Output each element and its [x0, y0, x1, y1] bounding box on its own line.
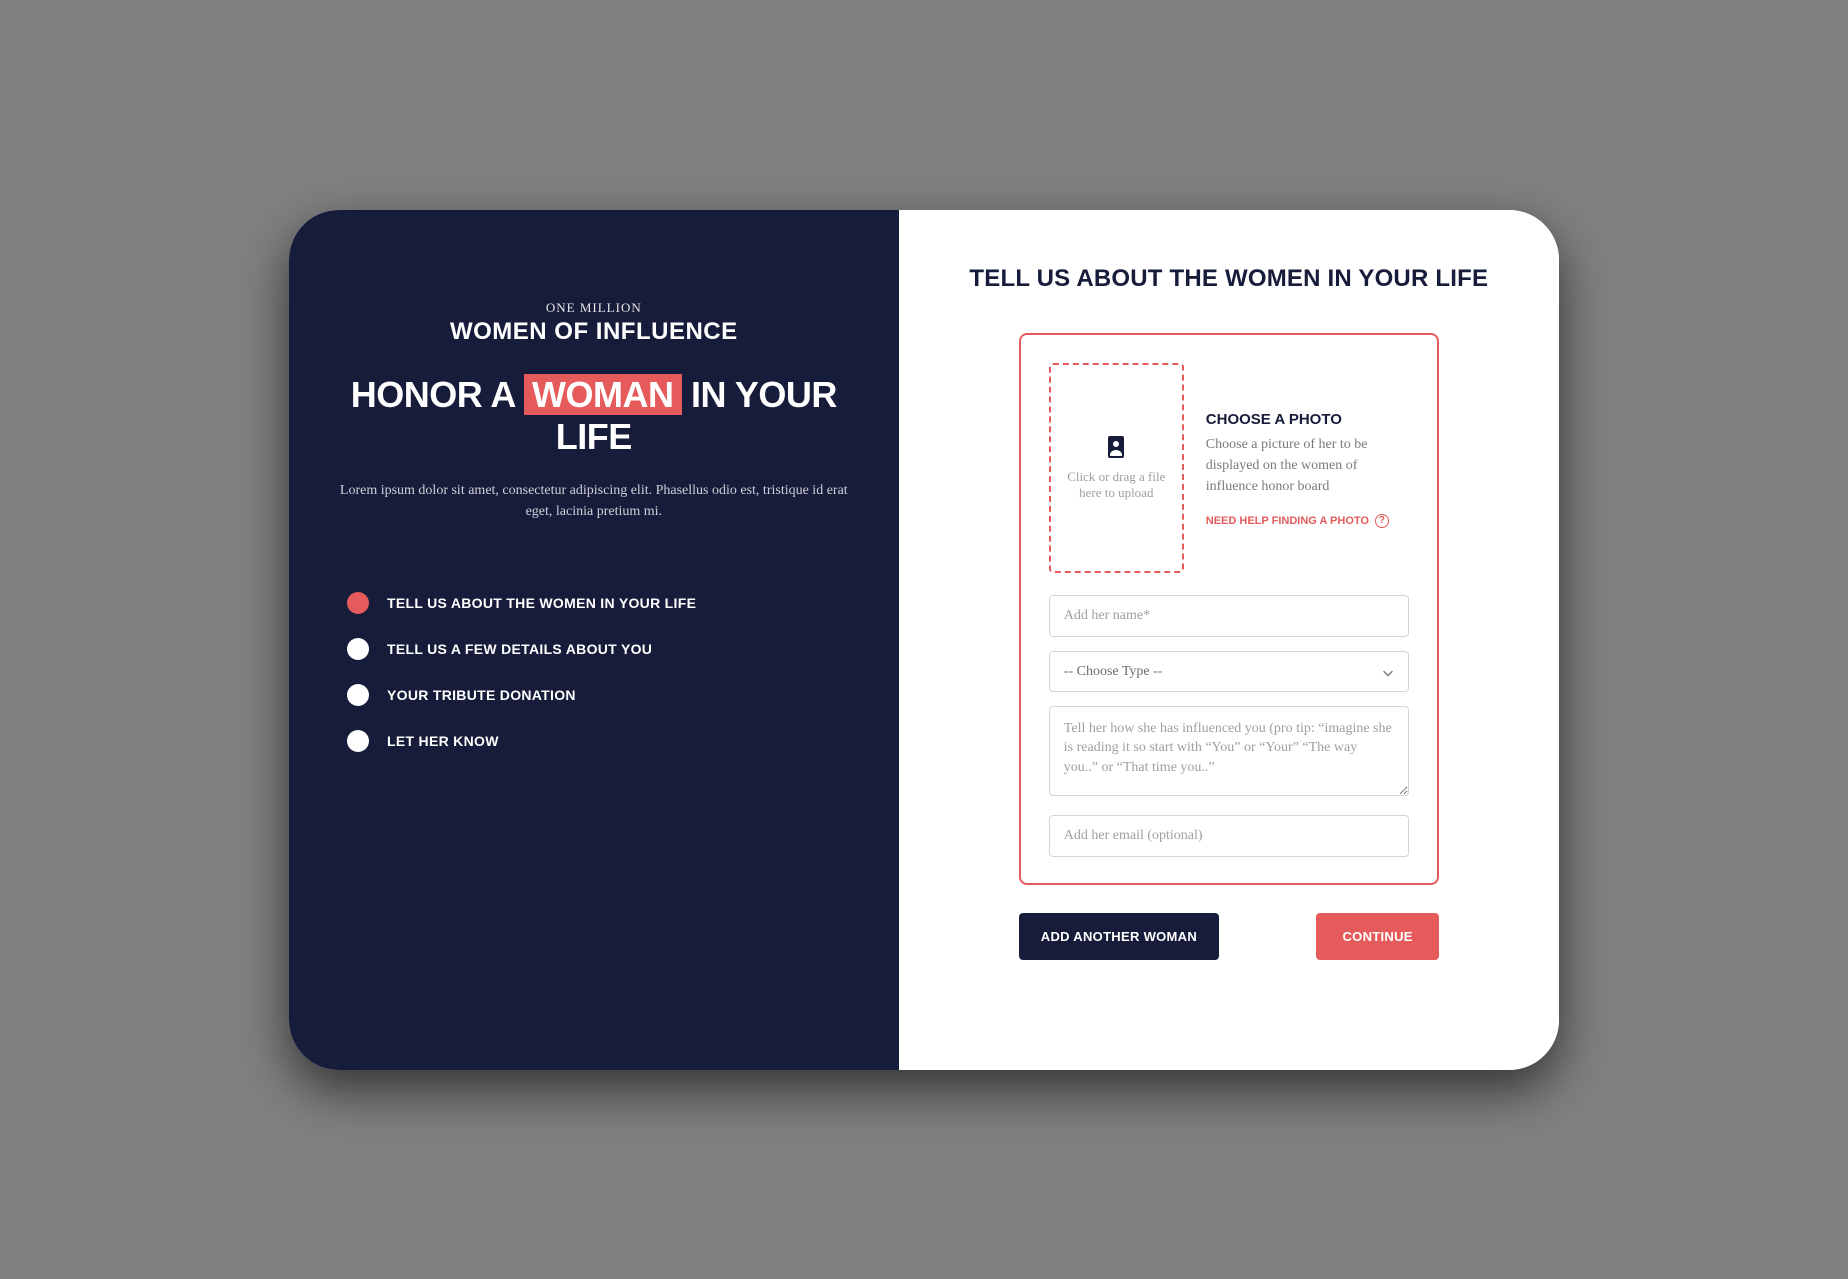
left-panel: ONE MILLION WOMEN OF INFLUENCE HONOR A W…	[289, 210, 899, 1070]
step-label: TELL US ABOUT THE WOMEN IN YOUR LIFE	[387, 595, 696, 611]
headline-highlight: WOMAN	[524, 374, 681, 415]
step-3[interactable]: YOUR TRIBUTE DONATION	[347, 684, 849, 706]
help-link-text: NEED HELP FINDING A PHOTO	[1206, 515, 1369, 527]
headline-pre: HONOR A	[351, 374, 524, 415]
step-dot-icon	[347, 592, 369, 614]
brand-title: WOMEN OF INFLUENCE	[339, 318, 849, 346]
email-input[interactable]	[1049, 815, 1409, 857]
continue-button[interactable]: CONTINUE	[1316, 913, 1438, 960]
headline: HONOR A WOMAN IN YOUR LIFE	[339, 374, 849, 458]
right-panel: TELL US ABOUT THE WOMEN IN YOUR LIFE Cli…	[899, 210, 1559, 1070]
photo-description: Choose a picture of her to be displayed …	[1206, 434, 1409, 497]
type-select-wrap: -- Choose Type --	[1049, 651, 1409, 706]
type-select[interactable]: -- Choose Type --	[1049, 651, 1409, 692]
step-1[interactable]: TELL US ABOUT THE WOMEN IN YOUR LIFE	[347, 592, 849, 614]
add-another-woman-button[interactable]: ADD ANOTHER WOMAN	[1019, 913, 1219, 960]
step-label: YOUR TRIBUTE DONATION	[387, 687, 576, 703]
step-2[interactable]: TELL US A FEW DETAILS ABOUT YOU	[347, 638, 849, 660]
form-card: Click or drag a file here to upload CHOO…	[1019, 333, 1439, 885]
form-title: TELL US ABOUT THE WOMEN IN YOUR LIFE	[959, 265, 1499, 293]
step-label: TELL US A FEW DETAILS ABOUT YOU	[387, 641, 652, 657]
step-dot-icon	[347, 684, 369, 706]
steps-list: TELL US ABOUT THE WOMEN IN YOUR LIFE TEL…	[339, 592, 849, 752]
description: Lorem ipsum dolor sit amet, consectetur …	[339, 480, 849, 522]
form-actions: ADD ANOTHER WOMAN CONTINUE	[1019, 913, 1439, 960]
dropzone-text: Click or drag a file here to upload	[1059, 469, 1174, 501]
step-4[interactable]: LET HER KNOW	[347, 730, 849, 752]
step-label: LET HER KNOW	[387, 733, 499, 749]
step-dot-icon	[347, 730, 369, 752]
step-dot-icon	[347, 638, 369, 660]
photo-heading: CHOOSE A PHOTO	[1206, 411, 1409, 428]
brand-eyebrow: ONE MILLION	[339, 300, 849, 316]
help-finding-photo-link[interactable]: NEED HELP FINDING A PHOTO ?	[1206, 514, 1389, 528]
question-icon: ?	[1375, 514, 1389, 528]
photo-info: CHOOSE A PHOTO Choose a picture of her t…	[1206, 363, 1409, 529]
portrait-icon	[1106, 435, 1126, 459]
message-textarea[interactable]	[1049, 706, 1409, 796]
photo-row: Click or drag a file here to upload CHOO…	[1049, 363, 1409, 573]
photo-dropzone[interactable]: Click or drag a file here to upload	[1049, 363, 1184, 573]
name-input[interactable]	[1049, 595, 1409, 637]
device-frame: ONE MILLION WOMEN OF INFLUENCE HONOR A W…	[289, 210, 1559, 1070]
